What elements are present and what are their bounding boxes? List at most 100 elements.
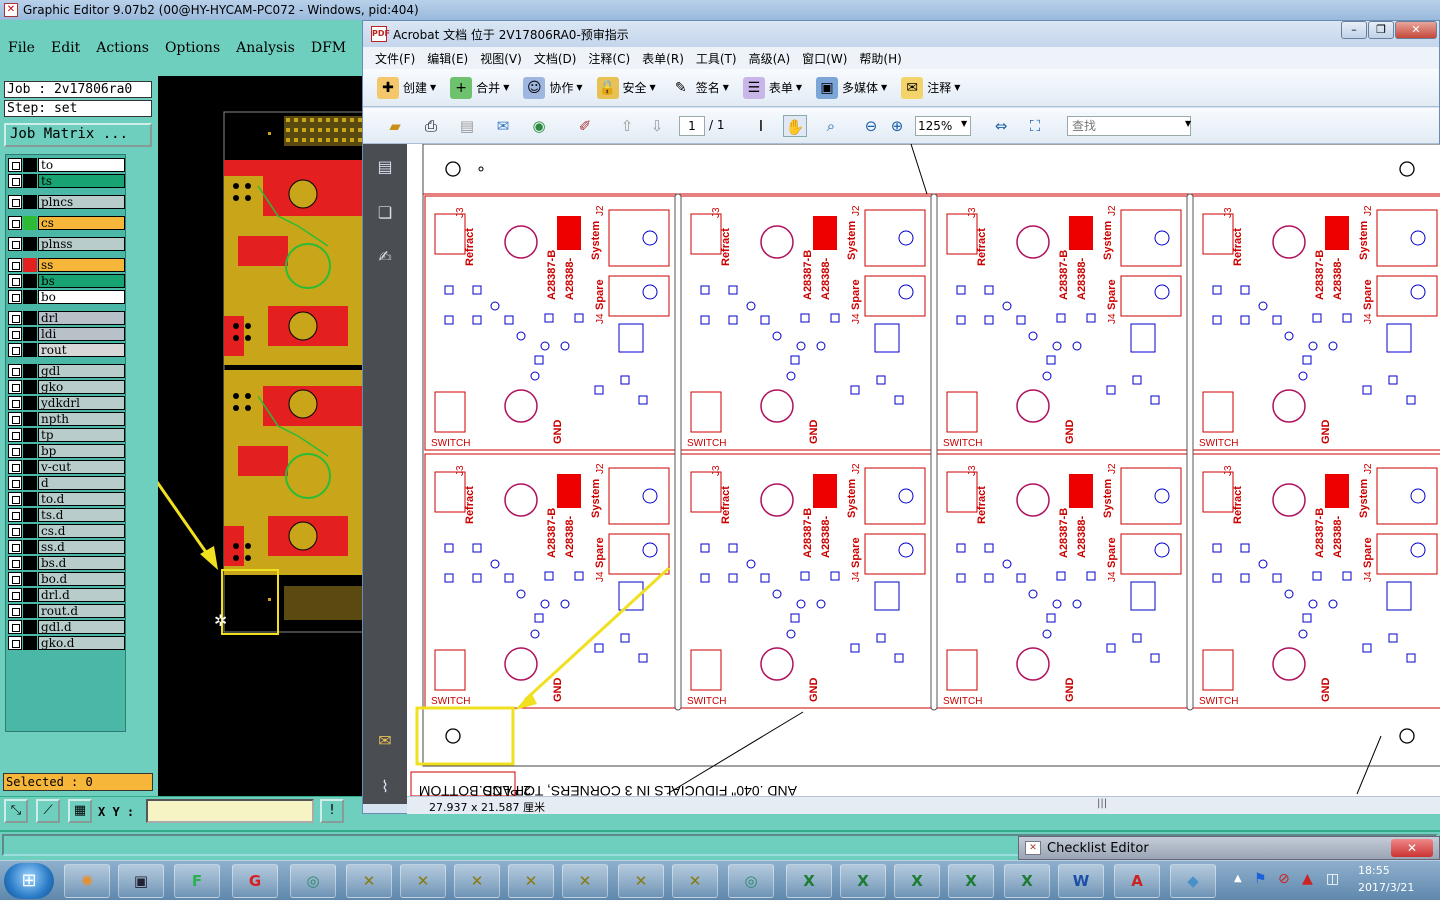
find-dropdown-icon[interactable]: ▼ — [1185, 119, 1191, 128]
layer-row-d[interactable]: d — [8, 476, 125, 490]
layer-color-swatch[interactable] — [23, 588, 37, 602]
combine-button[interactable]: + 合并 ▼ — [450, 76, 509, 99]
layer-row-tp[interactable]: tp — [8, 428, 125, 442]
layer-color-swatch[interactable] — [23, 396, 37, 410]
layer-row-gdl[interactable]: gdl — [8, 364, 125, 378]
layer-row-plncs[interactable]: plncs — [8, 195, 125, 209]
layer-name[interactable]: v-cut — [38, 460, 125, 474]
zoom-out-icon[interactable]: ⊖ — [859, 115, 883, 137]
layer-checkbox[interactable] — [8, 216, 22, 230]
layer-row-ts.d[interactable]: ts.d — [8, 508, 125, 522]
menu-tools-cn[interactable]: 工具(T) — [696, 50, 737, 67]
layer-checkbox[interactable] — [8, 604, 22, 618]
layer-color-swatch[interactable] — [23, 258, 37, 272]
layer-name[interactable]: cs.d — [38, 524, 125, 538]
layer-row-plnss[interactable]: plnss — [8, 237, 125, 251]
layer-name[interactable]: ydkdrl — [38, 396, 125, 410]
taskbar-excel-3-icon[interactable]: X — [894, 864, 940, 898]
layer-checkbox[interactable] — [8, 588, 22, 602]
layer-checkbox[interactable] — [8, 258, 22, 272]
page-number-input[interactable]: 1 — [679, 116, 705, 136]
menu-help-cn[interactable]: 帮助(H) — [859, 50, 901, 67]
tray-volume-icon[interactable]: ◫ — [1326, 871, 1339, 887]
zoom-tool-acro-icon[interactable]: ⌕ — [819, 115, 843, 137]
taskbar-notepad-icon[interactable]: ◆ — [1170, 864, 1216, 898]
layer-name[interactable]: bs.d — [38, 556, 125, 570]
layer-color-swatch[interactable] — [23, 524, 37, 538]
menu-options[interactable]: Options — [165, 40, 220, 56]
comments-icon[interactable]: ✉ — [373, 728, 397, 754]
layer-color-swatch[interactable] — [23, 274, 37, 288]
close-button[interactable]: ✕ — [1395, 21, 1437, 39]
comment-button[interactable]: ✉ 注释 ▼ — [901, 76, 960, 99]
layer-color-swatch[interactable] — [23, 572, 37, 586]
multimedia-button[interactable]: ▣ 多媒体 ▼ — [816, 76, 887, 99]
taskbar-excel-4-icon[interactable]: X — [948, 864, 994, 898]
layer-checkbox[interactable] — [8, 476, 22, 490]
layer-color-swatch[interactable] — [23, 428, 37, 442]
pdf-document-view[interactable]: J3 Refract System J2 A28387-B A28388- Spare J4 G… — [407, 144, 1440, 796]
taskbar-excel-1-icon[interactable]: X — [786, 864, 832, 898]
menu-comment-cn[interactable]: 注释(C) — [588, 50, 630, 67]
layer-color-swatch[interactable] — [23, 604, 37, 618]
layer-name[interactable]: bs — [38, 274, 125, 288]
taskbar-window-3-icon[interactable]: ✕ — [454, 864, 500, 898]
measure-tool-icon[interactable]: ⟋ — [36, 799, 60, 823]
layer-color-swatch[interactable] — [23, 174, 37, 188]
layer-color-swatch[interactable] — [23, 327, 37, 341]
resize-grip-icon[interactable]: ||| — [1097, 798, 1107, 809]
taskbar-shell-icon[interactable]: ✺ — [64, 864, 110, 898]
layer-color-swatch[interactable] — [23, 444, 37, 458]
layer-name[interactable]: d — [38, 476, 125, 490]
layer-checkbox[interactable] — [8, 158, 22, 172]
taskbar-eye-icon[interactable]: ◎ — [290, 864, 336, 898]
menu-edit-cn[interactable]: 编辑(E) — [427, 50, 468, 67]
create-button[interactable]: ✚ 创建 ▼ — [377, 76, 436, 99]
layer-checkbox[interactable] — [8, 412, 22, 426]
email-icon[interactable]: ✉ — [491, 115, 515, 137]
layer-color-swatch[interactable] — [23, 380, 37, 394]
layer-row-bo.d[interactable]: bo.d — [8, 572, 125, 586]
layer-row-bo[interactable]: bo — [8, 290, 125, 304]
layer-name[interactable]: rout.d — [38, 604, 125, 618]
layer-row-gko[interactable]: gko — [8, 380, 125, 394]
taskbar-pdf-icon[interactable]: A — [1114, 864, 1160, 898]
warning-icon[interactable]: ! — [320, 799, 344, 823]
layer-color-swatch[interactable] — [23, 476, 37, 490]
menu-form-cn[interactable]: 表单(R) — [642, 50, 684, 67]
fit-width-icon[interactable]: ⇔ — [989, 115, 1013, 137]
grid-tool-icon[interactable]: ▦ — [68, 799, 92, 823]
signatures-icon[interactable]: ✍ — [373, 244, 397, 270]
layer-name[interactable]: plncs — [38, 195, 125, 209]
zoom-tool-icon[interactable]: ⤡ — [4, 799, 28, 823]
xy-input[interactable] — [146, 799, 314, 823]
layer-name[interactable]: drl.d — [38, 588, 125, 602]
layer-color-swatch[interactable] — [23, 237, 37, 251]
checklist-close-button[interactable]: ✕ — [1391, 839, 1433, 857]
layer-name[interactable]: to — [38, 158, 125, 172]
layer-row-rout.d[interactable]: rout.d — [8, 604, 125, 618]
layer-row-ydkdrl[interactable]: ydkdrl — [8, 396, 125, 410]
layer-color-swatch[interactable] — [23, 290, 37, 304]
menu-dfm[interactable]: DFM — [311, 40, 346, 56]
tray-app-icon[interactable]: ⚑ — [1254, 871, 1267, 887]
layer-row-to.d[interactable]: to.d — [8, 492, 125, 506]
zoom-in-icon[interactable]: ⊕ — [885, 115, 909, 137]
layer-checkbox[interactable] — [8, 460, 22, 474]
taskbar-f-app-icon[interactable]: F — [174, 864, 220, 898]
menu-file[interactable]: File — [8, 40, 35, 56]
layer-color-swatch[interactable] — [23, 508, 37, 522]
layer-checkbox[interactable] — [8, 343, 22, 357]
layer-name[interactable]: gdl.d — [38, 620, 125, 634]
layer-row-bs[interactable]: bs — [8, 274, 125, 288]
layer-checkbox[interactable] — [8, 380, 22, 394]
start-button[interactable]: ⊞ — [4, 863, 54, 899]
taskbar-window-2-icon[interactable]: ✕ — [400, 864, 446, 898]
layer-checkbox[interactable] — [8, 290, 22, 304]
layer-color-swatch[interactable] — [23, 195, 37, 209]
tray-expand-icon[interactable]: ▲ — [1234, 873, 1242, 884]
layer-checkbox[interactable] — [8, 396, 22, 410]
save-icon[interactable]: ▤ — [455, 115, 479, 137]
layer-color-swatch[interactable] — [23, 540, 37, 554]
pages-icon[interactable]: ▤ — [373, 154, 397, 180]
